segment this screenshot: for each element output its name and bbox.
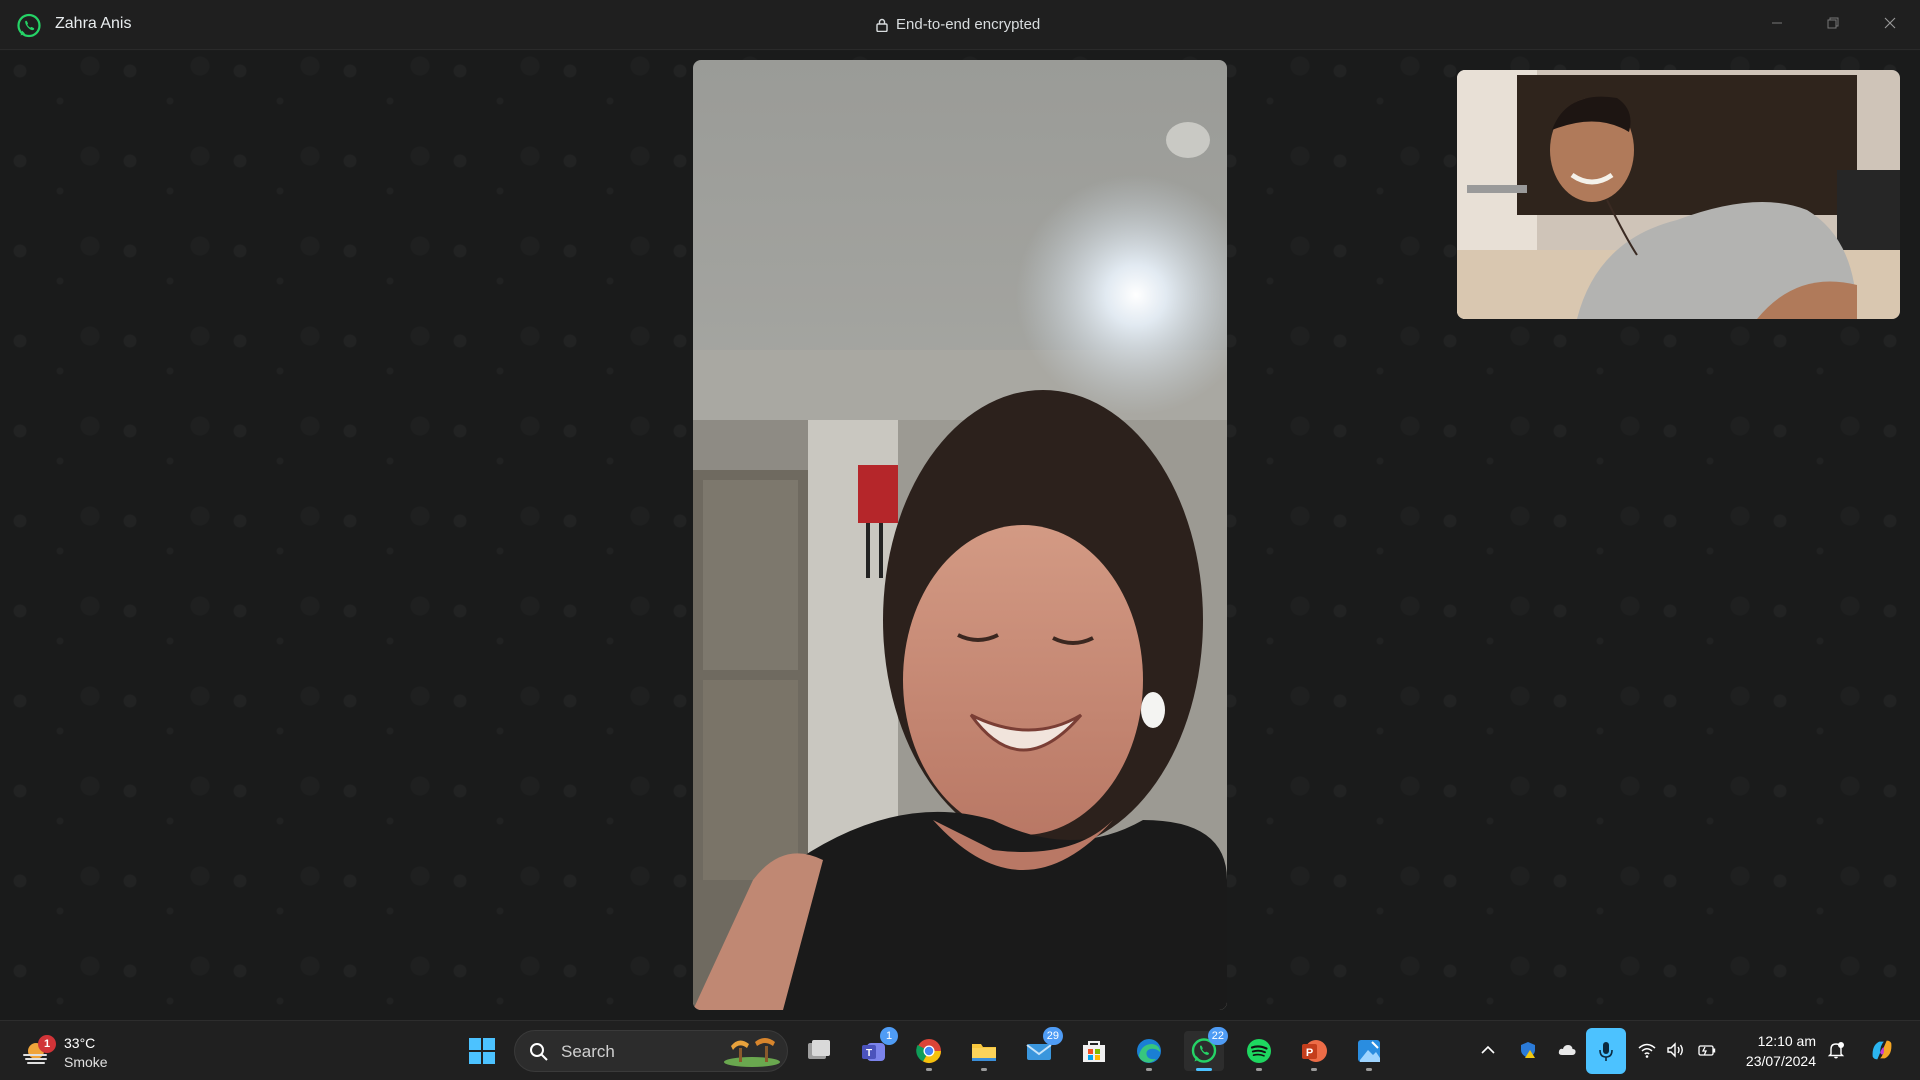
- running-indicator: [1366, 1068, 1372, 1071]
- chevron-up-icon: [1481, 1045, 1495, 1054]
- restore-icon: [1827, 17, 1839, 29]
- shield-warning-icon: [1521, 1042, 1535, 1058]
- cloud-icon: [1558, 1045, 1576, 1055]
- battery-tray-button[interactable]: [1694, 1037, 1720, 1063]
- task-view-button[interactable]: [799, 1031, 839, 1071]
- show-hidden-icons-button[interactable]: [1475, 1037, 1501, 1063]
- microphone-icon: [1599, 1042, 1613, 1061]
- clock-time: 12:10 am: [1757, 1033, 1816, 1049]
- wifi-icon: [1638, 1043, 1656, 1058]
- self-video-preview[interactable]: [1457, 70, 1900, 319]
- photos-icon: [1358, 1040, 1380, 1062]
- powerpoint-icon: P: [1302, 1040, 1327, 1062]
- restore-button[interactable]: [1816, 8, 1850, 38]
- close-icon: [1884, 17, 1896, 29]
- running-indicator: [1311, 1068, 1317, 1071]
- wifi-tray-button[interactable]: [1634, 1037, 1660, 1063]
- svg-text:T: T: [866, 1048, 872, 1059]
- mail-button[interactable]: 29: [1019, 1027, 1063, 1071]
- onedrive-tray-button[interactable]: [1554, 1037, 1580, 1063]
- photos-button[interactable]: [1349, 1031, 1389, 1071]
- title-bar: Zahra Anis End-to-end encrypted: [0, 0, 1920, 50]
- weather-widget[interactable]: 1 33°C Smoke: [20, 1029, 120, 1073]
- contact-name: Zahra Anis: [55, 15, 132, 32]
- remote-video-feed[interactable]: [693, 60, 1227, 1010]
- encryption-status: End-to-end encrypted: [876, 16, 1040, 33]
- running-indicator: [1146, 1068, 1152, 1071]
- minimize-icon: [1772, 22, 1782, 24]
- taskbar-search-box[interactable]: Search: [514, 1030, 788, 1072]
- whatsapp-notification-badge: 22: [1207, 1027, 1228, 1045]
- bell-dnd-icon: [1827, 1042, 1845, 1059]
- microphone-in-use-button[interactable]: [1586, 1028, 1626, 1074]
- teams-notification-badge: 1: [880, 1027, 898, 1045]
- running-indicator: [1256, 1068, 1262, 1071]
- copilot-button[interactable]: [1866, 1034, 1898, 1066]
- search-label: Search: [561, 1042, 615, 1061]
- file-explorer-button[interactable]: [964, 1031, 1004, 1071]
- store-icon: [1083, 1041, 1105, 1062]
- volume-tray-button[interactable]: [1662, 1037, 1688, 1063]
- clock-date: 23/07/2024: [1745, 1053, 1816, 1069]
- windows-logo-icon: [469, 1038, 495, 1064]
- whatsapp-button[interactable]: 22: [1184, 1027, 1228, 1071]
- battery-charging-icon: [1698, 1045, 1716, 1056]
- edge-button[interactable]: [1129, 1031, 1169, 1071]
- taskbar: 1 33°C Smoke Search T 1 29 22 P 12:10 am…: [0, 1020, 1920, 1080]
- minimize-button[interactable]: [1760, 8, 1794, 38]
- start-button[interactable]: [462, 1031, 502, 1071]
- self-video-image: [1457, 70, 1900, 319]
- whatsapp-logo-icon: [16, 13, 42, 39]
- active-app-indicator: [1196, 1068, 1212, 1071]
- close-button[interactable]: [1873, 8, 1907, 38]
- encryption-label: End-to-end encrypted: [896, 16, 1041, 33]
- teams-button[interactable]: T 1: [854, 1027, 898, 1071]
- weather-alert-badge: 1: [38, 1035, 56, 1053]
- search-icon: [530, 1043, 548, 1061]
- spotify-button[interactable]: [1239, 1031, 1279, 1071]
- remote-video-image: [693, 60, 1227, 1010]
- lock-icon: [876, 18, 888, 32]
- security-tray-button[interactable]: [1515, 1037, 1541, 1063]
- folder-icon: [972, 1044, 996, 1061]
- chrome-icon: [916, 1039, 941, 1064]
- speaker-icon: [1667, 1042, 1683, 1058]
- weather-condition: Smoke: [64, 1054, 108, 1070]
- notifications-button[interactable]: [1823, 1037, 1849, 1063]
- store-button[interactable]: [1074, 1031, 1114, 1071]
- weather-temperature: 33°C: [64, 1035, 96, 1051]
- search-highlight-illustration: [724, 1038, 780, 1067]
- svg-text:P: P: [1306, 1047, 1313, 1059]
- mail-notification-badge: 29: [1042, 1027, 1063, 1045]
- spotify-icon: [1247, 1039, 1271, 1063]
- edge-icon: [1137, 1039, 1161, 1063]
- copilot-icon: [1872, 1040, 1892, 1060]
- running-indicator: [981, 1068, 987, 1071]
- running-indicator: [926, 1068, 932, 1071]
- chrome-button[interactable]: [909, 1031, 949, 1071]
- powerpoint-button[interactable]: P: [1294, 1031, 1334, 1071]
- system-clock[interactable]: 12:10 am 23/07/2024: [1736, 1031, 1816, 1071]
- task-view-icon: [808, 1040, 830, 1059]
